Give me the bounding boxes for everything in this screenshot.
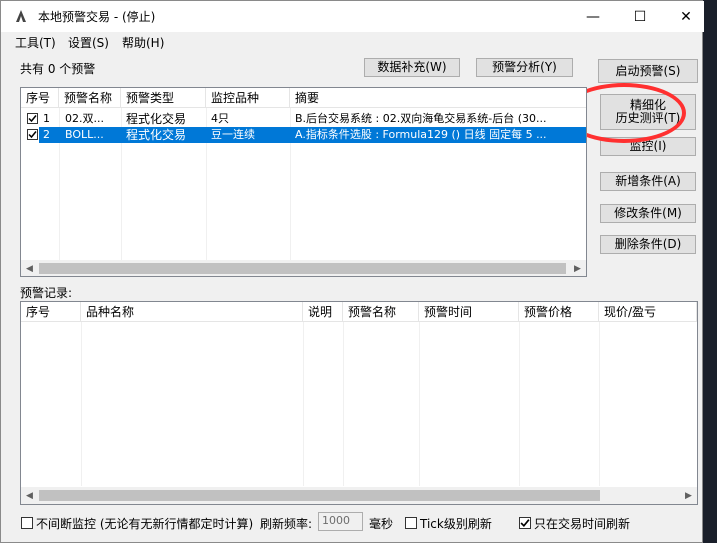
col-header-summary[interactable]: 摘要 [290,88,586,108]
rec-header-alert-name[interactable]: 预警名称 [343,302,419,322]
scroll-right-icon[interactable]: ▶ [569,260,586,276]
minimize-icon: — [586,8,600,25]
rec-header-time[interactable]: 预警时间 [419,302,519,322]
records-table: 序号 品种名称 说明 预警名称 预警时间 预警价格 现价/盈亏 ◀ ▶ [20,301,698,505]
menu-settings[interactable]: 设置(S) [68,34,109,51]
cell-name: 02.双... [65,112,104,125]
refresh-freq-input[interactable]: 1000 [318,512,363,531]
cell-name: BOLL... [65,128,104,141]
col-header-symbol[interactable]: 监控品种 [206,88,290,108]
col-header-type[interactable]: 预警类型 [121,88,206,108]
table-row[interactable]: 1 02.双... 程式化交易 4只 B.后台交易系统 : 02.双向海龟交易系… [21,111,586,127]
col-header-no[interactable]: 序号 [21,88,59,108]
edit-condition-button[interactable]: 修改条件(M) [600,204,696,223]
row-checkbox[interactable] [27,129,38,140]
scroll-left-icon[interactable]: ◀ [21,487,38,504]
cell-no: 1 [43,112,50,125]
col-header-name[interactable]: 预警名称 [59,88,121,108]
tick-refresh-label: Tick级别刷新 [420,517,492,531]
cell-symbol: 豆一连续 [211,128,255,141]
rec-header-desc[interactable]: 说明 [303,302,343,322]
rec-header-no[interactable]: 序号 [21,302,81,322]
trade-time-refresh-label: 只在交易时间刷新 [534,517,631,531]
alerts-horizontal-scrollbar[interactable]: ◀ ▶ [21,260,586,276]
table-row-selected[interactable]: 2 BOLL... 程式化交易 豆一连续 A.指标条件选股 : Formula1… [21,127,586,143]
cell-type: 程式化交易 [126,128,187,142]
cell-no: 2 [43,128,50,141]
alert-count: 共有 0 个预警 [20,62,96,76]
window-title: 本地预警交易 - (停止) [38,10,156,24]
close-icon: ✕ [680,8,692,25]
menu-help[interactable]: 帮助(H) [122,34,164,51]
maximize-button[interactable]: ☐ [617,1,663,32]
delete-condition-button[interactable]: 删除条件(D) [600,235,696,254]
rec-header-price[interactable]: 预警价格 [519,302,599,322]
cell-type: 程式化交易 [126,112,187,126]
alert-trading-window: 本地预警交易 - (停止) — ☐ ✕ 工具(T) 设置(S) 帮助(H) 共有… [0,0,704,543]
scroll-right-icon[interactable]: ▶ [680,487,697,504]
continuous-monitor-checkbox[interactable] [21,517,33,529]
scroll-thumb[interactable] [39,263,566,274]
maximize-icon: ☐ [633,8,647,25]
trade-time-refresh-checkbox[interactable] [519,517,531,529]
rec-header-pnl[interactable]: 现价/盈亏 [599,302,697,322]
menu-tools[interactable]: 工具(T) [15,34,56,51]
close-button[interactable]: ✕ [663,1,709,32]
alerts-table: 序号 预警名称 预警类型 监控品种 摘要 1 02.双... 程式化交易 4只 … [20,87,587,277]
refresh-freq-label: 刷新频率: [260,517,313,531]
tick-refresh-checkbox[interactable] [405,517,417,529]
records-horizontal-scrollbar[interactable]: ◀ ▶ [21,487,697,504]
cell-symbol: 4只 [211,112,229,125]
cell-summary: B.后台交易系统 : 02.双向海龟交易系统-后台 (30... [295,112,547,125]
scroll-left-icon[interactable]: ◀ [21,260,38,276]
cell-summary: A.指标条件选股 : Formula129 () 日线 固定每 5 ... [295,128,547,141]
menu-bar: 工具(T) 设置(S) 帮助(H) [1,32,704,52]
row-checkbox[interactable] [27,113,38,124]
start-alert-button[interactable]: 启动预警(S) [598,59,698,83]
minimize-button[interactable]: — [570,1,616,32]
add-condition-button[interactable]: 新增条件(A) [600,172,696,191]
alert-analysis-button[interactable]: 预警分析(Y) [476,58,573,77]
title-bar[interactable]: 本地预警交易 - (停止) — ☐ ✕ [1,1,704,32]
records-label: 预警记录: [20,286,73,300]
rec-header-name[interactable]: 品种名称 [81,302,303,322]
data-supplement-button[interactable]: 数据补充(W) [364,58,460,77]
app-icon [16,10,26,22]
scroll-thumb[interactable] [39,490,600,501]
continuous-monitor-label: 不间断监控 (无论有无新行情都定时计算) [36,517,254,531]
unit-label: 毫秒 [369,517,394,531]
